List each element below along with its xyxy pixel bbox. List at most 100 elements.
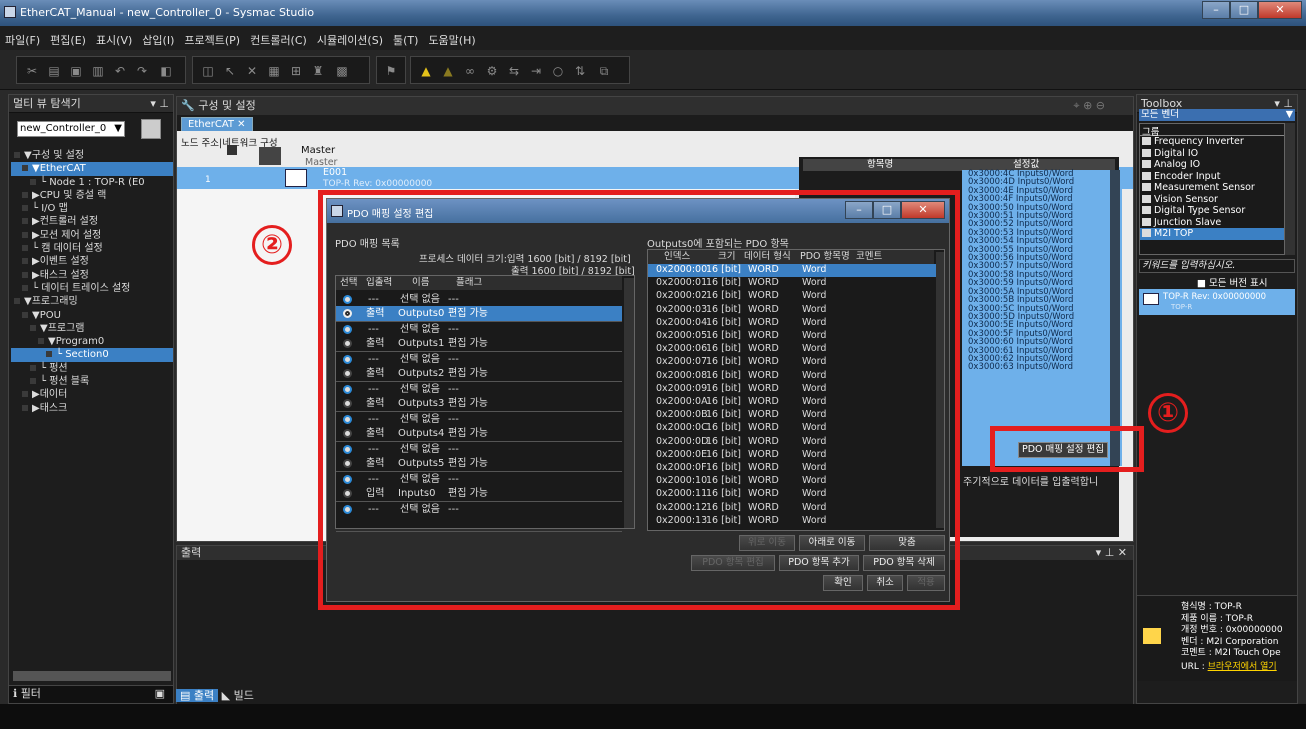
toolbox-item[interactable]: Encoder Input: [1140, 171, 1284, 183]
tree-item[interactable]: └ 캠 데이터 설정: [11, 242, 173, 255]
tab-output[interactable]: ▤ 출력: [176, 689, 219, 702]
toolbox-item[interactable]: Frequency Inverter: [1140, 136, 1284, 148]
monitor-icon[interactable]: ▩: [335, 64, 349, 78]
tree-item[interactable]: ▼프로그래밍: [11, 295, 173, 308]
minimize-button[interactable]: –: [1202, 1, 1230, 19]
device-entry[interactable]: TOP-R Rev: 0x00000000 TOP-R: [1139, 289, 1295, 315]
info-line: 제품 이름 : TOP-R: [1181, 613, 1254, 624]
controller-select[interactable]: new_Controller_0 ▼: [17, 121, 125, 137]
tree-item[interactable]: ▶모션 제어 설정: [11, 229, 173, 242]
build-icon[interactable]: ◧: [159, 64, 173, 78]
tree-item[interactable]: ▼Program0: [11, 335, 173, 348]
link-icon[interactable]: ∞: [463, 64, 477, 78]
delete-icon[interactable]: ▥: [91, 64, 105, 78]
menu-item[interactable]: 파일(F): [0, 26, 45, 48]
tree-item[interactable]: ▼구성 및 설정: [11, 149, 173, 162]
menu-item[interactable]: 시뮬레이션(S): [312, 26, 388, 48]
tree-bullet-icon: [22, 191, 28, 198]
horizontal-scrollbar[interactable]: [13, 671, 171, 681]
info-line: 코멘트 : M2I Touch Ope: [1181, 648, 1281, 658]
settings-scrollbar[interactable]: [1110, 170, 1120, 466]
url-line: URL : 브라우저에서 열기: [1181, 662, 1277, 672]
open-in-browser-link[interactable]: 브라우저에서 열기: [1208, 662, 1277, 672]
tree-item[interactable]: └ 펑션: [11, 362, 173, 375]
show-all-versions-checkbox[interactable]: ■ 모든 버전 표시: [1197, 275, 1267, 289]
tree-item[interactable]: └ 데이터 트레이스 설정: [11, 282, 173, 295]
menu-item[interactable]: 편집(E): [45, 26, 91, 48]
toolbar-group-edit: ✂ ▤ ▣ ▥ ↶ ↷ ◧: [16, 56, 186, 84]
tab-ethercat[interactable]: EtherCAT ✕: [181, 117, 253, 132]
chevron-down-icon: ▼: [114, 123, 122, 134]
menu-item[interactable]: 도움말(H): [423, 26, 480, 48]
vendor-select[interactable]: 모든 벤더 ▼: [1139, 109, 1295, 121]
redo-icon[interactable]: ↷: [135, 64, 149, 78]
tree-item[interactable]: ▶이벤트 설정: [11, 255, 173, 268]
menu-item[interactable]: 컨트롤러(C): [245, 26, 312, 48]
menu-item[interactable]: 표시(V): [91, 26, 137, 48]
toolbox-item-label: Measurement Sensor: [1154, 182, 1255, 193]
maximize-button[interactable]: □: [1230, 1, 1258, 19]
tree-item[interactable]: ▶태스크 설정: [11, 269, 173, 282]
tree-item[interactable]: ▶CPU 및 증설 랙: [11, 189, 173, 202]
keyword-search-input[interactable]: 키워드를 입력하십시오.: [1139, 259, 1295, 273]
step-icon[interactable]: ⇥: [529, 64, 543, 78]
undo-icon[interactable]: ↶: [113, 64, 127, 78]
toolbar-group-view: ◫ ↖ ✕ ▦ ⊞ ♜ ▩: [192, 56, 370, 84]
table-icon[interactable]: ▦: [267, 64, 281, 78]
toolbox-item-label: M2I TOP: [1154, 228, 1194, 239]
toolbox-item[interactable]: Digital IO: [1140, 148, 1284, 160]
cut-icon[interactable]: ✂: [25, 64, 39, 78]
tab-build[interactable]: ◣ 빌드: [222, 689, 254, 702]
tree-item[interactable]: └ 펑션 블록: [11, 375, 173, 388]
run-icon[interactable]: ⚙: [485, 64, 499, 78]
toolbox-item[interactable]: Digital Type Sensor: [1140, 205, 1284, 217]
pin-icon[interactable]: ▾ ⊥: [150, 95, 173, 113]
tree-item[interactable]: ▶태스크: [11, 402, 173, 415]
tree-item[interactable]: └ Section0: [11, 348, 173, 362]
diagram-icon[interactable]: ⊞: [289, 64, 303, 78]
binoculars-icon[interactable]: ♜: [311, 64, 325, 78]
transfer-icon[interactable]: ⇆: [507, 64, 521, 78]
toolbar-group-sim: ▲ ▲ ∞ ⚙ ⇆ ⇥ ○ ⇅ ⧉: [410, 56, 630, 84]
copy-icon[interactable]: ▤: [47, 64, 61, 78]
tree-item-label: └ Section0: [56, 349, 109, 361]
editor-title: 구성 및 설정: [198, 99, 256, 112]
filter-label[interactable]: 필터: [21, 687, 41, 700]
filter-toggle-icon[interactable]: ▣: [155, 686, 165, 702]
menu-item[interactable]: 프로젝트(P): [179, 26, 245, 48]
tree-item[interactable]: └ I/O 맵: [11, 202, 173, 215]
device-type-icon: [1142, 194, 1151, 203]
tree-item[interactable]: ▼EtherCAT: [11, 162, 173, 176]
output-pin-icon[interactable]: ▾ ⊥ ✕: [1096, 546, 1127, 560]
toolbox-item[interactable]: M2I TOP: [1140, 228, 1284, 240]
toolbox-scrollbar[interactable]: [1285, 123, 1295, 255]
collapse-icon[interactable]: [227, 145, 237, 155]
toolbox-item-label: Frequency Inverter: [1154, 136, 1244, 147]
toolbox-item[interactable]: Measurement Sensor: [1140, 182, 1284, 194]
toolbox-item[interactable]: Analog IO: [1140, 159, 1284, 171]
tree-item-label: ▶태스크 설정: [32, 269, 89, 281]
online-icon[interactable]: ⚑: [384, 64, 398, 78]
toolbox-item[interactable]: Vision Sensor: [1140, 194, 1284, 206]
zoom-icons[interactable]: ⌖ ⊕ ⊖: [1073, 97, 1105, 115]
menu-item[interactable]: 툴(T): [388, 26, 423, 48]
tree-item[interactable]: ▼프로그램: [11, 322, 173, 335]
tree-item[interactable]: ▶컨트롤러 설정: [11, 215, 173, 228]
reset-icon[interactable]: ○: [551, 64, 565, 78]
tree-item[interactable]: ▶데이터: [11, 388, 173, 401]
tree-item[interactable]: └ Node 1 : TOP-R (E0: [11, 176, 173, 189]
cross-icon[interactable]: ✕: [245, 64, 259, 78]
cursor-icon[interactable]: ↖: [223, 64, 237, 78]
paste-icon[interactable]: ▣: [69, 64, 83, 78]
close-button[interactable]: ✕: [1258, 1, 1302, 19]
window-icon[interactable]: ◫: [201, 64, 215, 78]
output-title: 출력: [181, 546, 202, 559]
compare-icon[interactable]: ⧉: [597, 64, 611, 78]
menu-item[interactable]: 삽입(I): [137, 26, 179, 48]
warning-icon[interactable]: ▲: [419, 64, 433, 78]
tree-item-label: ▼Program0: [48, 336, 105, 348]
toolbox-item[interactable]: Junction Slave: [1140, 217, 1284, 229]
sync-icon[interactable]: ⇅: [573, 64, 587, 78]
warning-off-icon[interactable]: ▲: [441, 64, 455, 78]
tree-item[interactable]: ▼POU: [11, 309, 173, 322]
